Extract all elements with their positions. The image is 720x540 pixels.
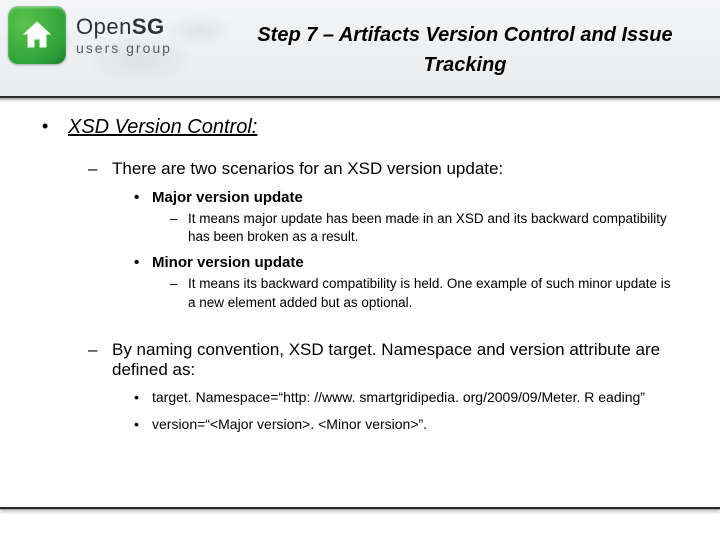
major-version-desc: It means major update has been made in a… xyxy=(152,210,680,246)
slide-body: XSD Version Control: There are two scena… xyxy=(0,98,720,434)
minor-version-label: Minor version update xyxy=(152,254,304,271)
naming-convention-item: By naming convention, XSD target. Namesp… xyxy=(68,340,680,434)
major-version-item: Major version update It means major upda… xyxy=(112,189,680,246)
scenario-intro: There are two scenarios for an XSD versi… xyxy=(112,159,503,178)
house-icon-svg xyxy=(18,16,56,54)
naming-convention-intro: By naming convention, XSD target. Namesp… xyxy=(112,340,660,379)
logo-brand: OpenSG xyxy=(76,16,172,38)
slide-header: OpenSG users group Step 7 – Artifacts Ve… xyxy=(0,0,720,98)
house-icon xyxy=(8,6,66,64)
logo: OpenSG users group xyxy=(8,6,172,64)
version-attr-line: version=“<Major version>. <Minor version… xyxy=(112,415,680,434)
target-namespace-line: target. Namespace=“http: //www. smartgri… xyxy=(112,388,680,407)
section-heading-item: XSD Version Control: There are two scena… xyxy=(20,116,680,434)
slide-title: Step 7 – Artifacts Version Control and I… xyxy=(230,20,700,80)
logo-brand-prefix: Open xyxy=(76,14,132,39)
minor-version-item: Minor version update It means its backwa… xyxy=(112,254,680,311)
major-version-label: Major version update xyxy=(152,189,303,206)
scenario-intro-item: There are two scenarios for an XSD versi… xyxy=(68,159,680,312)
logo-subtitle: users group xyxy=(76,41,172,55)
logo-text: OpenSG users group xyxy=(76,16,172,55)
logo-brand-suffix: SG xyxy=(132,14,165,39)
minor-version-desc: It means its backward compatibility is h… xyxy=(152,275,680,311)
section-heading: XSD Version Control: xyxy=(68,116,257,138)
footer-divider xyxy=(0,507,720,510)
